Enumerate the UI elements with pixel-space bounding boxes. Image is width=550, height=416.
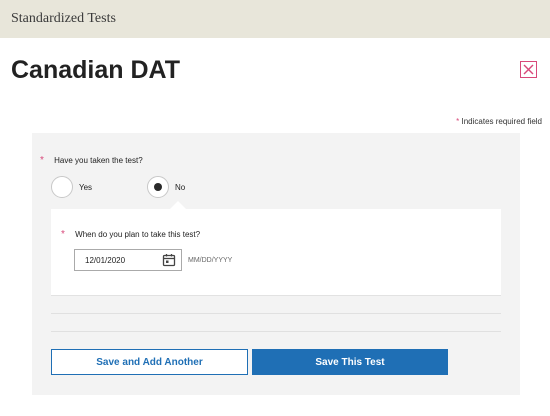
radio-no[interactable]: No [147,176,185,198]
radio-yes-label: Yes [79,182,93,192]
radio-yes[interactable]: Yes [51,176,92,198]
divider [51,313,501,314]
subpanel-pointer [170,201,186,209]
taken-question: * Have you taken the test? [40,155,143,166]
plan-question: * When do you plan to take this test? [61,229,200,240]
test-form-card: * Have you taken the test? Yes No * When… [32,133,520,395]
date-format-hint: MM/DD/YYYY [188,257,233,264]
required-note-text: Indicates required field [461,117,543,126]
required-star: * [61,229,65,240]
plan-date-panel: * When do you plan to take this test? 12… [51,209,501,296]
divider [51,331,501,332]
top-bar: Standardized Tests [0,0,550,38]
required-star: * [40,155,44,166]
required-star: * [456,117,460,126]
close-button[interactable] [520,61,537,78]
save-and-add-another-button[interactable]: Save and Add Another [51,349,248,375]
radio-no-circle[interactable] [147,176,169,198]
plan-date-value: 12/01/2020 [85,255,126,265]
save-this-test-button[interactable]: Save This Test [252,349,448,375]
close-icon [523,64,534,75]
radio-yes-circle[interactable] [51,176,73,198]
breadcrumb[interactable]: Standardized Tests [11,11,116,27]
plan-question-label: When do you plan to take this test? [75,230,201,239]
radio-no-label: No [175,182,186,192]
required-field-note: * Indicates required field [456,117,542,126]
calendar-icon[interactable] [162,253,176,267]
taken-question-label: Have you taken the test? [54,156,143,165]
page-title: Canadian DAT [11,56,180,84]
